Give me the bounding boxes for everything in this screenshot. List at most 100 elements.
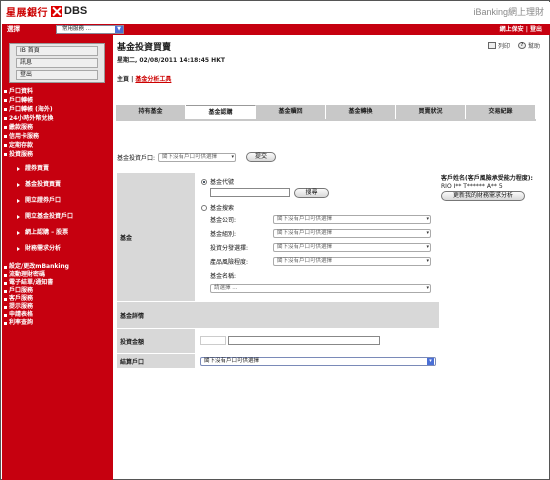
fund-code-radio[interactable]: 基金代號	[201, 177, 234, 186]
field-label: 投資分發選擇:	[210, 245, 249, 252]
main-content: 基金投資買賣 列印 ? 幫助 星期二, 02/08/2011 14:18:45 H…	[113, 35, 550, 480]
chevron-down-icon: ▼	[115, 26, 123, 33]
fund-cell: 基金代號 搜尋 基金搜索 基金公司: 閣下沒有戶口可供選擇 ▾ 基金組別: 閣下沒有戶…	[195, 173, 439, 301]
breadcrumb-home[interactable]: 主頁	[117, 76, 129, 83]
fund-company-value: 閣下沒有戶口可供選擇	[277, 216, 333, 222]
sidebar-sub-securities[interactable]: 證券買賣	[2, 161, 113, 177]
chevron-down-icon: ▾	[426, 216, 429, 222]
chevron-down-icon: ▾	[231, 153, 235, 160]
risk-level-value: 閣下沒有戶口可供選擇	[277, 258, 333, 264]
sidebar-item-transfer[interactable]: 戶口轉帳	[2, 96, 113, 105]
fund-group-select[interactable]: 閣下沒有戶口可供選擇 ▾	[273, 229, 431, 238]
submit-button[interactable]: 提交	[246, 152, 277, 162]
page-tools: 列印 ? 幫助	[487, 41, 540, 50]
fund-detail-cell	[195, 302, 439, 328]
messages-button[interactable]: 訊息	[16, 58, 98, 68]
sidebar-nav: 戶口資料 戶口轉帳 戶口轉帳 (海外) 24小時外幣兌換 繳款服務 信用卡服務 …	[2, 87, 113, 327]
sidebar-item-mbanking-label: 流動理財密碼	[9, 271, 46, 278]
chevron-down-icon: ▾	[426, 285, 429, 291]
settlement-label: 結算戶口	[117, 354, 195, 368]
print-label: 列印	[497, 43, 510, 50]
chevron-down-icon: ▾	[426, 258, 429, 264]
fund-analysis-link[interactable]: 基金分析工具	[135, 76, 171, 83]
sidebar-sub-needs-analysis[interactable]: 財務需求分析	[2, 241, 113, 257]
fund-search-radio[interactable]: 基金搜索	[201, 203, 234, 212]
sidebar-item-credit-card[interactable]: 信用卡服務	[2, 132, 113, 141]
customer-name-title: 客戶姓名(客戶風險承受能力程度):	[441, 175, 533, 182]
customer-info: 客戶姓名(客戶風險承受能力程度): RIO I** T****** A** 5 …	[441, 173, 545, 241]
tab-switch[interactable]: 基金轉換	[326, 105, 396, 119]
security-logout-links[interactable]: 網上保安 | 登出	[500, 25, 542, 34]
tab-status[interactable]: 買賣狀況	[396, 105, 466, 119]
sidebar: IB 首頁 訊息 登出 戶口資料 戶口轉帳 戶口轉帳 (海外) 24小時外幣兌換…	[2, 35, 113, 480]
quick-select-label: 選擇	[7, 25, 20, 33]
field-risk-level: 產品風險程度: 閣下沒有戶口可供選擇 ▾	[210, 257, 431, 266]
field-fund-group: 基金組別: 閣下沒有戶口可供選擇 ▾	[210, 229, 431, 238]
sidebar-item-rates[interactable]: 利率查詢	[2, 319, 113, 327]
amount-row: 投資金額	[117, 329, 439, 354]
logo-english: DBS	[64, 5, 88, 17]
tab-underline	[116, 119, 536, 121]
dividend-value: 閣下沒有戶口可供選擇	[277, 244, 333, 250]
account-select[interactable]: 閣下沒有戶口可供選擇 ▾	[158, 152, 237, 162]
settlement-cell: 閣下沒有戶口可供選擇 ▾	[195, 354, 439, 368]
sidebar-item-investment[interactable]: 投資服務	[2, 150, 113, 159]
fund-company-select[interactable]: 閣下沒有戶口可供選擇 ▾	[273, 215, 431, 224]
tab-redeem[interactable]: 基金贖回	[256, 105, 326, 119]
help-button[interactable]: ? 幫助	[517, 41, 540, 50]
sidebar-item-bill-payment[interactable]: 繳款服務	[2, 123, 113, 132]
radio-selected-icon	[201, 178, 207, 185]
datetime: 星期二, 02/08/2011 14:18:45 HKT	[117, 57, 225, 64]
field-label: 基金組別:	[210, 231, 237, 238]
sidebar-sub-ipo[interactable]: 網上認購 – 股票	[2, 225, 113, 241]
amount-label: 投資金額	[117, 329, 195, 353]
sidebar-item-account-service[interactable]: 戶口服務	[2, 287, 113, 295]
settlement-select[interactable]: 閣下沒有戶口可供選擇 ▾	[200, 357, 436, 366]
ib-home-button[interactable]: IB 首頁	[16, 46, 98, 56]
sidebar-sub-open-securities[interactable]: 開立證券戶口	[2, 193, 113, 209]
header: 星展銀行 DBS iBanking網上理財	[2, 2, 550, 24]
dividend-select[interactable]: 閣下沒有戶口可供選擇 ▾	[273, 243, 431, 252]
sidebar-sub-open-fund[interactable]: 開立基金投資戶口	[2, 209, 113, 225]
sidebar-item-fx[interactable]: 24小時外幣兌換	[2, 114, 113, 123]
logout-button[interactable]: 登出	[16, 70, 98, 80]
tab-holdings[interactable]: 持有基金	[116, 105, 186, 119]
sidebar-item-mbanking-2[interactable]: 流動理財密碼	[2, 271, 113, 279]
page-title: 基金投資買賣	[117, 43, 172, 53]
fund-name-select[interactable]: 請選擇 ... ▾	[210, 284, 431, 293]
sidebar-sub-fund-trading[interactable]: 基金投資買賣	[2, 177, 113, 193]
sidebar-item-estatement[interactable]: 電子結單/通知書	[2, 279, 113, 287]
sidebar-item-forms[interactable]: 申請表格	[2, 311, 113, 319]
sidebar-quick-box: IB 首頁 訊息 登出	[9, 43, 105, 83]
dbs-logo[interactable]: 星展銀行 DBS	[6, 5, 88, 19]
quick-services-value: 常用服務 ...	[62, 26, 91, 32]
currency-field	[200, 336, 226, 345]
tab-subscribe[interactable]: 基金認購	[186, 105, 256, 119]
print-button[interactable]: 列印	[487, 41, 510, 50]
fund-code-input[interactable]	[210, 188, 290, 197]
customer-name: RIO I** T****** A** 5	[441, 183, 503, 190]
search-button[interactable]: 搜尋	[294, 188, 329, 198]
risk-level-select[interactable]: 閣下沒有戶口可供選擇 ▾	[273, 257, 431, 266]
sidebar-item-transfer-overseas[interactable]: 戶口轉帳 (海外)	[2, 105, 113, 114]
update-needs-analysis-button[interactable]: 更新我的財務需求分析	[441, 191, 525, 201]
fund-label: 基金	[117, 173, 195, 301]
chevron-down-icon: ▾	[427, 358, 434, 365]
sidebar-item-alerts[interactable]: 提示服務	[2, 303, 113, 311]
sidebar-item-mbanking[interactable]: 設定/更改mBanking	[2, 263, 113, 271]
chevron-down-icon: ▾	[426, 244, 429, 250]
account-select-value: 閣下沒有戶口可供選擇	[162, 153, 218, 160]
settlement-row: 結算戶口 閣下沒有戶口可供選擇 ▾	[117, 354, 439, 369]
amount-cell	[195, 329, 439, 353]
fund-search-label: 基金搜索	[210, 205, 235, 212]
field-fund-company: 基金公司: 閣下沒有戶口可供選擇 ▾	[210, 215, 431, 224]
sidebar-item-accounts[interactable]: 戶口資料	[2, 87, 113, 96]
fund-group-value: 閣下沒有戶口可供選擇	[277, 230, 333, 236]
subscription-form: 基金 基金代號 搜尋 基金搜索 基金公司: 閣下沒有戶口可供選擇 ▾ 基金組別: 閣下…	[117, 173, 439, 369]
sidebar-item-customer-service[interactable]: 客戶服務	[2, 295, 113, 303]
sidebar-item-time-deposit[interactable]: 定期存款	[2, 141, 113, 150]
fund-detail-label: 基金詳情	[117, 302, 195, 328]
amount-input[interactable]	[228, 336, 380, 345]
tab-history[interactable]: 交易紀錄	[466, 105, 536, 119]
quick-services-select[interactable]: 常用服務 ... ▼	[56, 25, 124, 34]
